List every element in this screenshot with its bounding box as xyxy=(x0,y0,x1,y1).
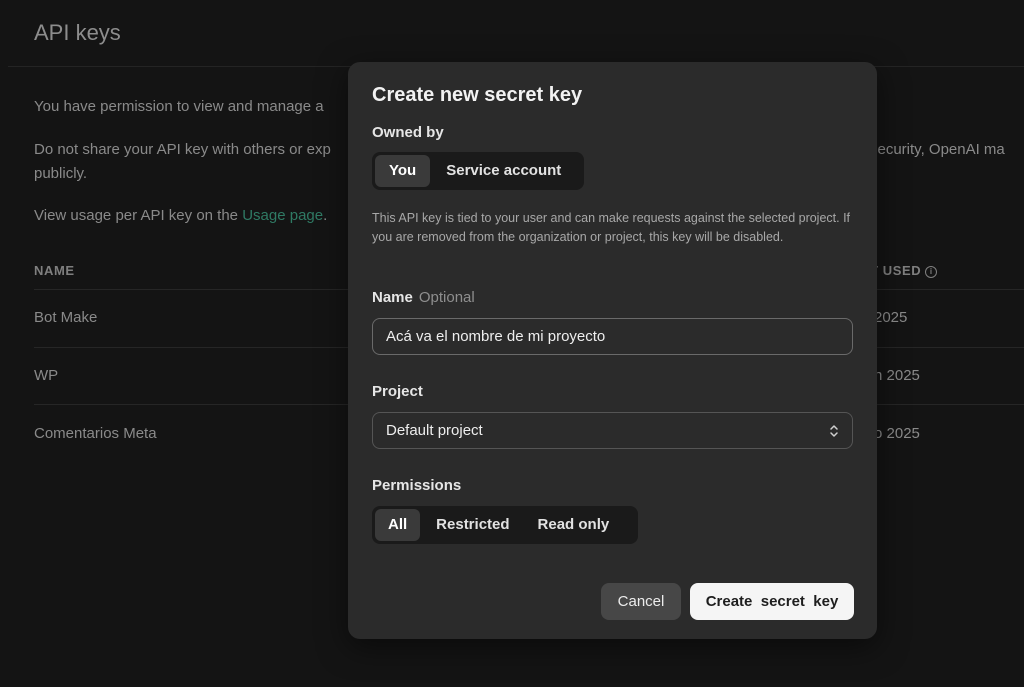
permissions-restricted-option[interactable]: Restricted xyxy=(420,509,525,541)
project-select-value: Default project xyxy=(386,422,483,439)
permissions-all-option[interactable]: All xyxy=(375,509,421,541)
project-label: Project xyxy=(372,383,423,400)
name-input[interactable] xyxy=(372,318,853,355)
modal-title: Create new secret key xyxy=(372,84,583,106)
chevron-up-down-icon xyxy=(829,424,839,438)
info-icon[interactable]: i xyxy=(925,266,938,278)
warning-text: Do not share your API key with others or… xyxy=(34,141,331,158)
warning-text-right: security, OpenAI ma xyxy=(870,141,1005,158)
column-header-name: NAME xyxy=(34,263,75,278)
create-secret-key-button[interactable]: Create secret key xyxy=(690,583,854,620)
column-header-last-used-label: T USED xyxy=(870,263,922,278)
owned-by-label: Owned by xyxy=(372,124,444,141)
project-select[interactable]: Default project xyxy=(372,412,853,449)
usage-text: View usage per API key on the Usage page… xyxy=(34,204,327,228)
usage-page-link[interactable]: Usage page xyxy=(242,207,323,224)
owned-by-help-text: This API key is tied to your user and ca… xyxy=(372,211,851,244)
key-last-used: 2025 xyxy=(874,309,908,326)
key-name: Bot Make xyxy=(34,309,98,326)
create-secret-key-modal: Create new secret key Owned by You Servi… xyxy=(348,62,877,639)
permissions-label: Permissions xyxy=(372,477,462,494)
permission-text: You have permission to view and manage a xyxy=(34,98,324,115)
permissions-read-only-option[interactable]: Read only xyxy=(526,509,622,541)
owned-by-service-account-option[interactable]: Service account xyxy=(430,155,577,187)
name-label-text: Name xyxy=(372,289,413,306)
key-last-used: n 2025 xyxy=(874,367,920,384)
optional-hint: Optional xyxy=(418,289,475,306)
name-label: Name Optional xyxy=(372,289,475,306)
owned-by-you-option[interactable]: You xyxy=(375,155,431,187)
warning-text-line2: publicly. xyxy=(34,165,88,182)
cancel-button[interactable]: Cancel xyxy=(601,583,681,620)
permissions-toggle: All Restricted Read only xyxy=(372,506,638,544)
column-header-last-used: T USED i xyxy=(870,263,938,278)
usage-text-prefix: View usage per API key on the xyxy=(34,207,243,224)
key-name: WP xyxy=(34,367,59,384)
page-title: API keys xyxy=(34,20,121,45)
usage-text-suffix: . xyxy=(323,207,328,224)
key-last-used: o 2025 xyxy=(874,425,920,442)
owned-by-toggle: You Service account xyxy=(372,152,584,190)
key-name: Comentarios Meta xyxy=(34,425,157,442)
